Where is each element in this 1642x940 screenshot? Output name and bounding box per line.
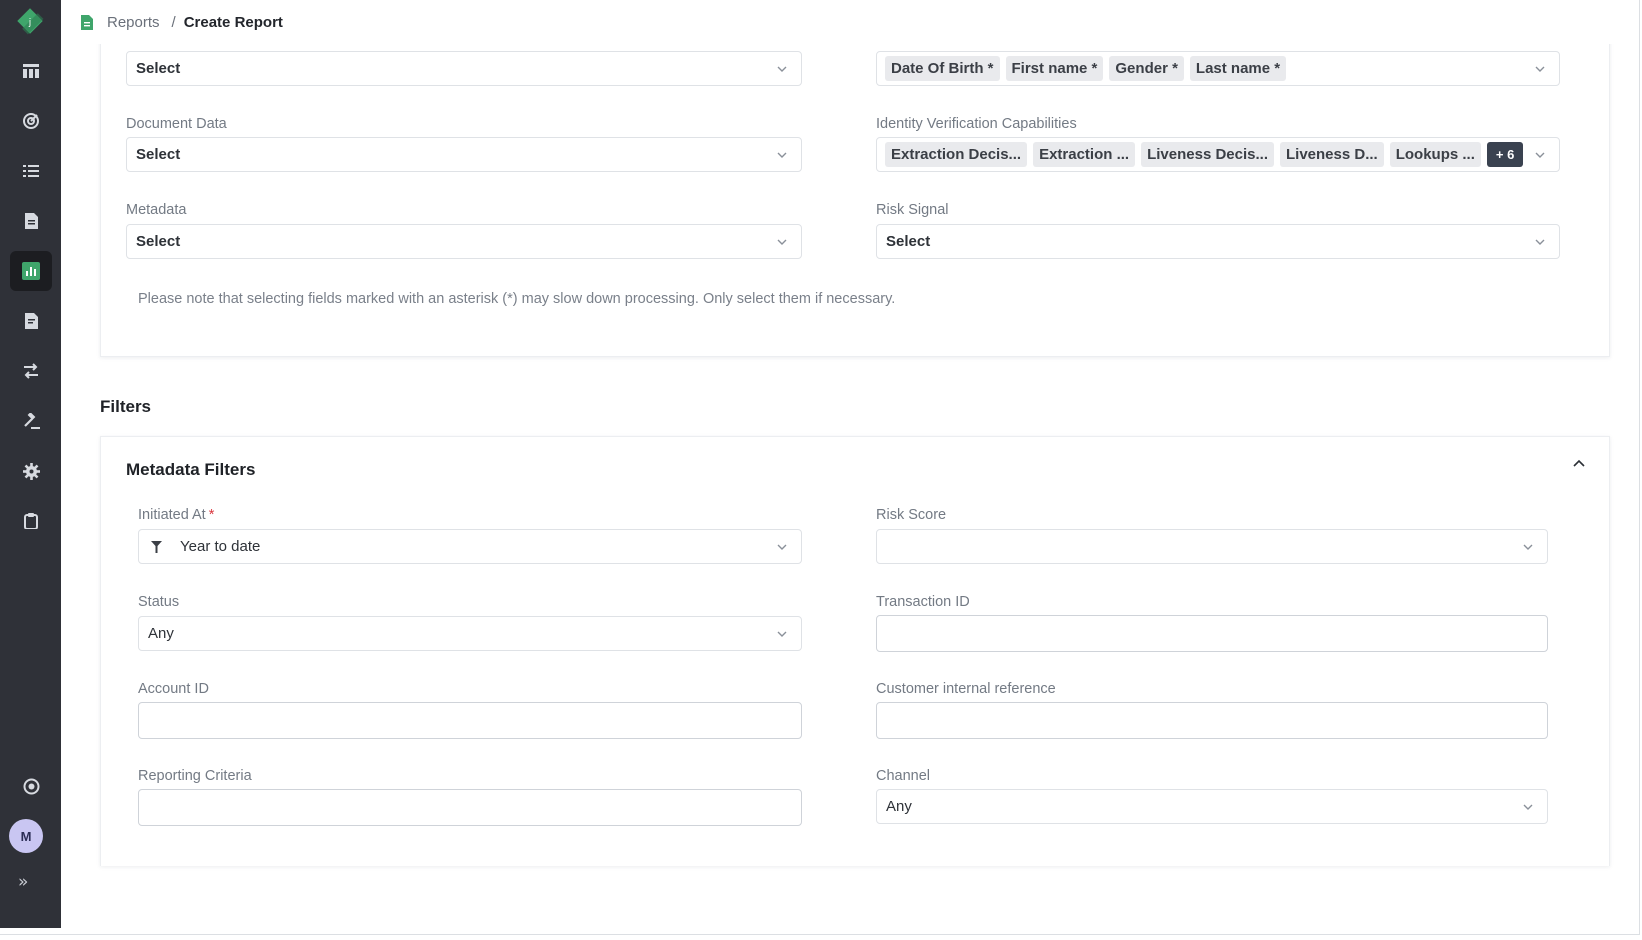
page-title: Create Report bbox=[183, 13, 283, 31]
reports-chart-icon bbox=[22, 262, 40, 280]
chevron-down-icon bbox=[777, 544, 787, 550]
transaction-id-input[interactable] bbox=[876, 615, 1548, 652]
chevron-down-icon bbox=[777, 631, 787, 637]
risk-signal-select[interactable]: Select bbox=[876, 224, 1560, 259]
chevron-down-icon bbox=[777, 66, 787, 72]
sidebar-item-analytics[interactable] bbox=[10, 101, 52, 141]
id-verification-select[interactable]: Extraction Decis... Extraction ... Liven… bbox=[876, 137, 1560, 172]
chevron-down-icon bbox=[777, 152, 787, 158]
document-icon bbox=[24, 213, 38, 229]
tag-gender[interactable]: Gender * bbox=[1109, 56, 1184, 81]
channel-label: Channel bbox=[876, 768, 931, 784]
account-id-input[interactable] bbox=[138, 702, 802, 739]
customer-ref-label: Customer internal reference bbox=[876, 681, 1056, 697]
tag-first-name[interactable]: First name * bbox=[1005, 56, 1104, 81]
filters-heading: Filters bbox=[100, 397, 152, 416]
document-data-value: Select bbox=[136, 146, 181, 163]
sidebar-item-reports[interactable] bbox=[10, 251, 52, 291]
sidebar-item-help[interactable] bbox=[10, 766, 52, 806]
metadata-select[interactable]: Select bbox=[126, 224, 802, 259]
chevron-down-icon bbox=[1523, 544, 1533, 550]
channel-value: Any bbox=[886, 798, 912, 815]
tag-date-of-birth[interactable]: Date Of Birth * bbox=[885, 56, 1000, 81]
initiated-at-label: Initiated At * bbox=[138, 507, 214, 523]
topbar: Reports / Create Report bbox=[61, 0, 1639, 44]
sidebar-item-files[interactable] bbox=[10, 301, 52, 341]
status-label: Status bbox=[138, 594, 180, 610]
analytics-icon bbox=[23, 113, 39, 129]
report-doc-icon bbox=[81, 14, 93, 30]
account-id-label: Account ID bbox=[138, 681, 209, 697]
tag-last-name[interactable]: Last name * bbox=[1189, 56, 1287, 81]
chevron-down-icon bbox=[1535, 239, 1545, 245]
risk-signal-value: Select bbox=[886, 233, 931, 250]
document-data-select[interactable]: Select bbox=[126, 137, 802, 172]
risk-signal-label: Risk Signal bbox=[876, 202, 949, 218]
tag-extraction[interactable]: Extraction ... bbox=[1033, 142, 1136, 167]
list-icon bbox=[23, 164, 39, 177]
reporting-criteria-input[interactable] bbox=[138, 789, 802, 826]
avatar[interactable]: M bbox=[9, 819, 43, 853]
sidebar-item-clipboard[interactable] bbox=[10, 501, 52, 541]
chevron-up-icon[interactable] bbox=[1572, 456, 1586, 470]
dashboard-icon bbox=[23, 64, 39, 78]
initiated-at-value: Year to date bbox=[180, 538, 261, 555]
sidebar: j M » bbox=[0, 0, 61, 928]
top-left-select[interactable]: Select bbox=[126, 51, 802, 86]
workflow-icon bbox=[24, 363, 38, 379]
initiated-at-label-text: Initiated At bbox=[138, 507, 206, 523]
tag-more-count[interactable]: + 6 bbox=[1486, 142, 1524, 167]
chevron-down-icon bbox=[1535, 152, 1545, 158]
sidebar-item-rules[interactable] bbox=[10, 401, 52, 441]
tag-lookups[interactable]: Lookups ... bbox=[1389, 142, 1481, 167]
breadcrumb-separator: / bbox=[171, 13, 176, 31]
metadata-label: Metadata bbox=[126, 202, 187, 218]
sidebar-item-documents[interactable] bbox=[10, 201, 52, 241]
reporting-criteria-label: Reporting Criteria bbox=[138, 768, 252, 784]
channel-select[interactable]: Any bbox=[876, 789, 1548, 824]
sidebar-item-settings[interactable] bbox=[10, 451, 52, 491]
top-left-select-value: Select bbox=[136, 60, 181, 77]
app-window: j M » Reports / Create Report Select Dat… bbox=[0, 0, 1640, 935]
chevron-down-icon bbox=[1535, 66, 1545, 72]
metadata-filters-title: Metadata Filters bbox=[126, 460, 256, 479]
transaction-id-label: Transaction ID bbox=[876, 594, 970, 610]
breadcrumb-reports-link[interactable]: Reports bbox=[107, 14, 160, 31]
file-icon bbox=[24, 313, 38, 329]
tag-liveness-decision[interactable]: Liveness Decis... bbox=[1141, 142, 1274, 167]
filter-icon bbox=[151, 540, 162, 553]
logo-diamond-icon[interactable]: j bbox=[15, 6, 45, 36]
sidebar-item-workflows[interactable] bbox=[10, 351, 52, 391]
risk-score-label: Risk Score bbox=[876, 507, 947, 523]
personal-data-select[interactable]: Date Of Birth * First name * Gender * La… bbox=[876, 51, 1560, 86]
clipboard-icon bbox=[24, 513, 38, 529]
sidebar-item-dashboard[interactable] bbox=[10, 51, 52, 91]
id-verification-label: Identity Verification Capabilities bbox=[876, 116, 1077, 132]
risk-score-select[interactable] bbox=[876, 529, 1548, 564]
sidebar-item-list[interactable] bbox=[10, 151, 52, 191]
status-value: Any bbox=[148, 625, 174, 642]
required-asterisk: * bbox=[208, 507, 215, 523]
document-data-label: Document Data bbox=[126, 116, 227, 132]
tag-liveness[interactable]: Liveness D... bbox=[1280, 142, 1384, 167]
initiated-at-select[interactable]: Year to date bbox=[138, 529, 802, 564]
status-select[interactable]: Any bbox=[138, 616, 802, 651]
help-icon bbox=[23, 778, 39, 794]
chevron-down-icon bbox=[1523, 804, 1533, 810]
customer-ref-input[interactable] bbox=[876, 702, 1548, 739]
gavel-icon bbox=[23, 412, 40, 429]
expand-sidebar-icon[interactable]: » bbox=[18, 872, 28, 892]
metadata-value: Select bbox=[136, 233, 181, 250]
tag-extraction-decision[interactable]: Extraction Decis... bbox=[885, 142, 1028, 167]
chevron-down-icon bbox=[777, 239, 787, 245]
settings-gear-icon bbox=[22, 462, 40, 480]
processing-note: Please note that selecting fields marked… bbox=[138, 291, 896, 307]
svg-text:j: j bbox=[28, 18, 32, 28]
